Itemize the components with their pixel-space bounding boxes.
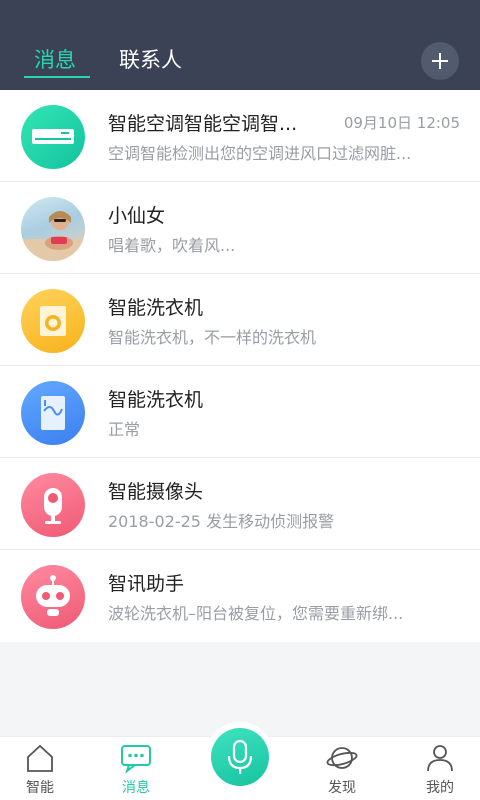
tabbar-label: 智能 xyxy=(26,780,54,796)
person-icon xyxy=(425,743,455,777)
message-item-washing-machine[interactable]: 智能洗衣机 智能洗衣机，不一样的洗衣机 xyxy=(0,274,480,366)
message-time: 09月10日 12:05 xyxy=(343,114,460,132)
home-icon xyxy=(25,743,55,777)
message-item-camera[interactable]: 智能摄像头 2018-02-25 发生移动侦测报警 xyxy=(0,458,480,550)
tab-messages[interactable]: 消息 xyxy=(34,44,76,74)
add-button[interactable] xyxy=(421,42,459,80)
voice-button[interactable] xyxy=(211,728,269,786)
top-header: 消息 联系人 xyxy=(0,0,480,90)
message-item-air-conditioner[interactable]: 智能空调智能空调智... 09月10日 12:05 空调智能检测出您的空调进风口… xyxy=(0,90,480,182)
fridge-icon xyxy=(21,381,85,445)
message-title: 智能洗衣机 xyxy=(108,297,204,319)
tabbar-item-smart[interactable]: 智能 xyxy=(0,737,80,800)
message-title: 智能洗衣机 xyxy=(108,389,204,411)
message-title: 智能空调智能空调智... xyxy=(108,113,298,135)
message-title: 智能摄像头 xyxy=(108,481,204,503)
tabbar-label: 消息 xyxy=(122,780,150,796)
user-avatar-photo xyxy=(21,197,85,261)
message-preview: 智能洗衣机，不一样的洗衣机 xyxy=(108,328,317,347)
message-item-washing-machine-2[interactable]: 智能洗衣机 正常 xyxy=(0,366,480,458)
message-list: 智能空调智能空调智... 09月10日 12:05 空调智能检测出您的空调进风口… xyxy=(0,90,480,642)
air-conditioner-icon xyxy=(21,105,85,169)
message-preview: 2018-02-25 发生移动侦测报警 xyxy=(108,512,335,531)
tabbar-item-messages[interactable]: 消息 xyxy=(96,737,176,800)
camera-icon xyxy=(21,473,85,537)
message-title: 小仙女 xyxy=(108,205,166,227)
message-item-assistant[interactable]: 智讯助手 波轮洗衣机–阳台被复位，您需要重新绑... xyxy=(0,550,480,642)
robot-icon xyxy=(21,565,85,629)
message-preview: 唱着歌，吹着风... xyxy=(108,236,236,255)
tabbar-item-discover[interactable]: 发现 xyxy=(302,737,382,800)
message-preview: 正常 xyxy=(108,420,141,439)
tabbar-label: 发现 xyxy=(328,780,356,796)
washing-machine-icon xyxy=(21,289,85,353)
tab-active-indicator xyxy=(24,76,90,78)
message-title: 智讯助手 xyxy=(108,573,185,595)
tab-contacts[interactable]: 联系人 xyxy=(119,44,182,74)
tabbar-item-mine[interactable]: 我的 xyxy=(400,737,480,800)
chat-icon xyxy=(120,743,152,777)
tabbar-label: 我的 xyxy=(426,780,454,796)
message-preview: 波轮洗衣机–阳台被复位，您需要重新绑... xyxy=(108,604,404,623)
message-item-xiaoxiannv[interactable]: 小仙女 唱着歌，吹着风... xyxy=(0,182,480,274)
message-preview: 空调智能检测出您的空调进风口过滤网脏... xyxy=(108,144,412,163)
planet-icon xyxy=(326,743,358,777)
